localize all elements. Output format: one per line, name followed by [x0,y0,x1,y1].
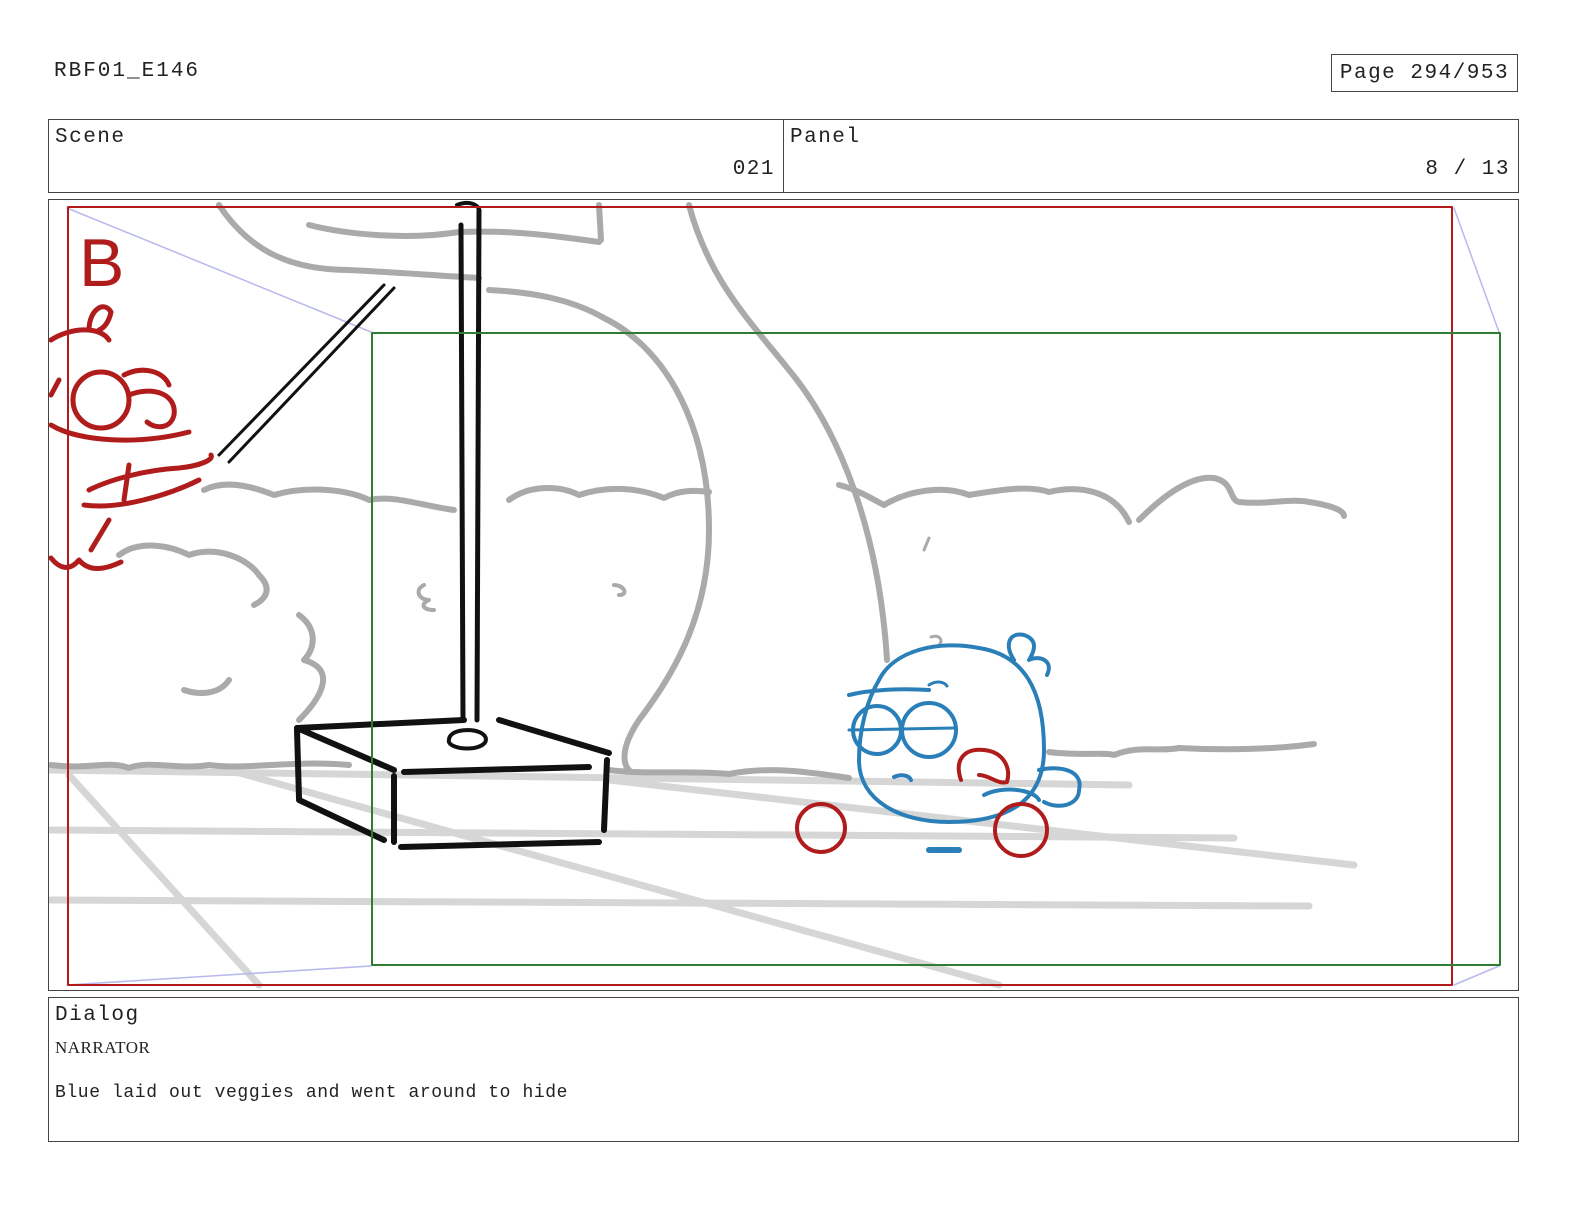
tree-and-bushes [49,202,1347,781]
red-bird [49,304,214,571]
document-id: RBF01_E146 [54,60,201,83]
storyboard-drawing: B [49,200,1501,989]
panel-label: Panel [790,126,861,149]
panel-number: 8 / 13 [1425,158,1510,181]
dialog-speaker: NARRATOR [55,1038,151,1057]
scene-number: 021 [732,158,775,181]
camera-guides [66,207,1500,986]
dialog-label: Dialog [55,1004,140,1027]
ground-lines [49,766,1358,989]
scene-cell: Scene 021 [49,120,783,192]
red-field-frame [67,206,1453,986]
storyboard-panel: B [48,199,1519,991]
dialog-line: Blue laid out veggies and went around to… [55,1083,569,1103]
dialog-box: Dialog NARRATOR Blue laid out veggies an… [48,997,1519,1142]
green-field-frame [371,332,1501,966]
scene-label: Scene [55,126,126,149]
scene-panel-header: Scene 021 Panel 8 / 13 [48,119,1519,193]
panel-cell: Panel 8 / 13 [783,120,1518,192]
page-indicator: Page 294/953 [1331,54,1518,92]
character-mark-b: B [79,225,124,301]
